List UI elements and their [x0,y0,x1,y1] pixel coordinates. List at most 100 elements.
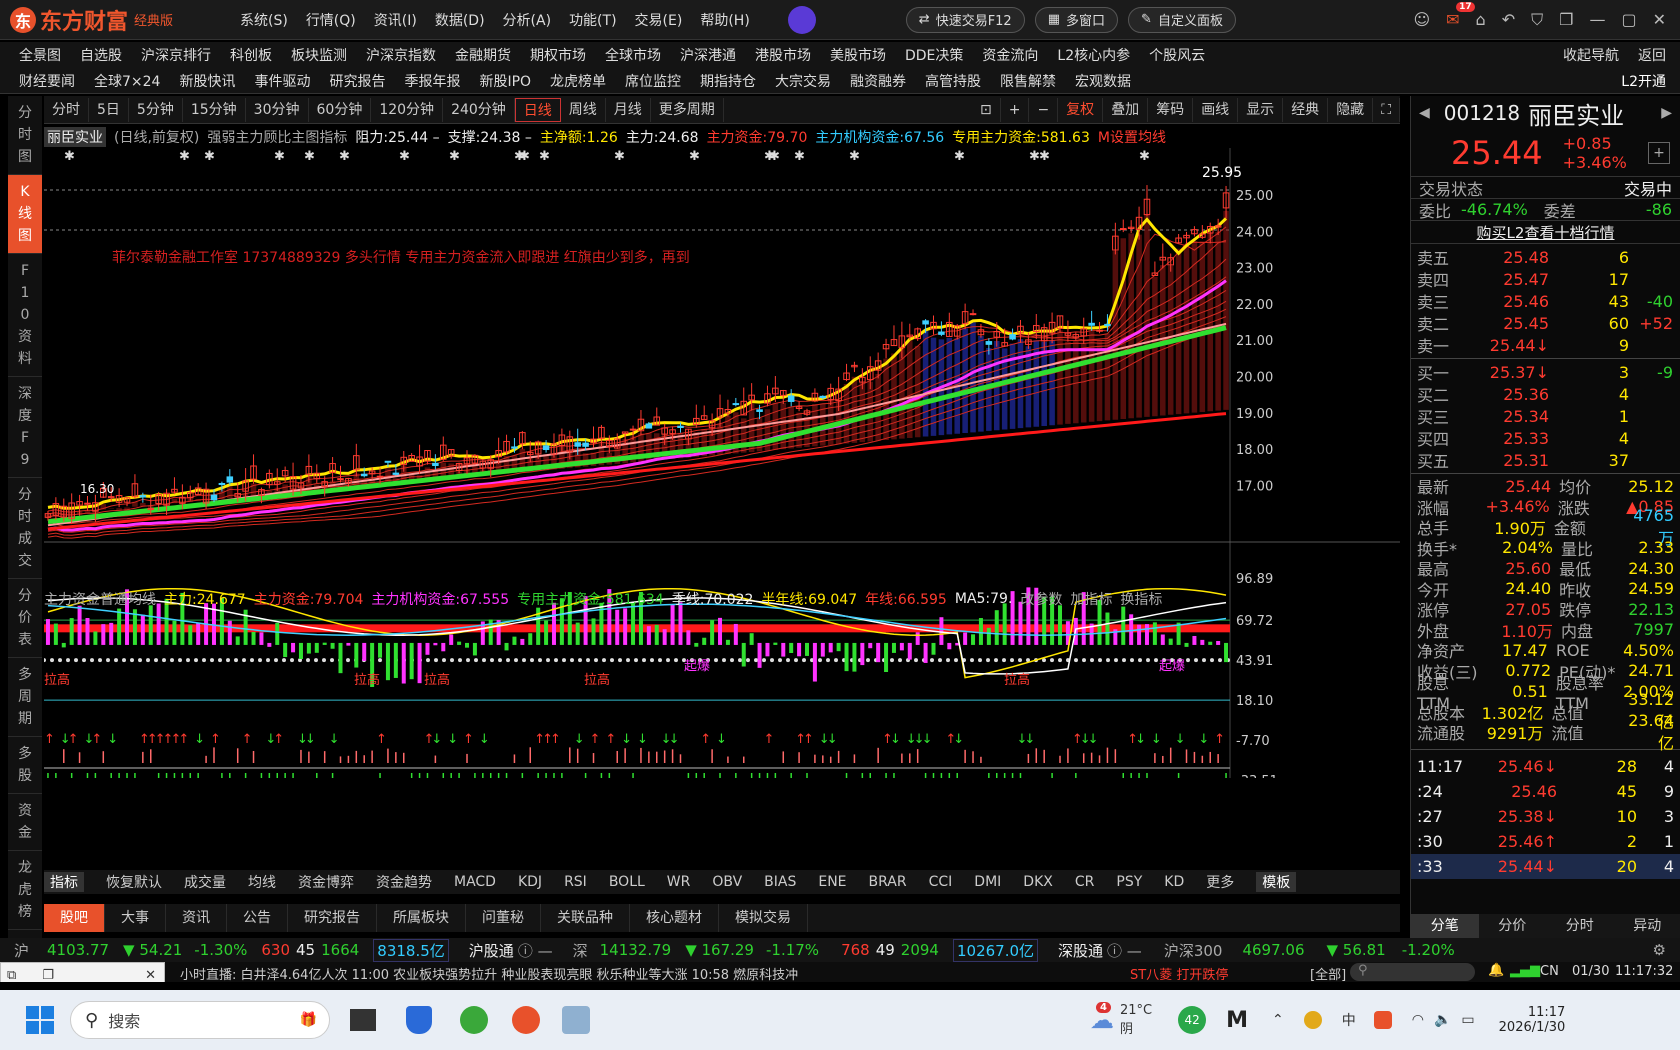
menu-item-3[interactable]: 数据(D) [435,10,485,30]
bids-price[interactable]: 25.36 [1469,385,1549,404]
period-8[interactable]: 日线 [514,97,561,122]
battery-icon[interactable]: ▭ [1461,1012,1474,1028]
leftnav-item-5[interactable]: 分价表 [8,579,42,658]
chart-tool-0[interactable]: 复权 [1058,97,1104,122]
indicator-9[interactable]: BOLL [609,874,645,890]
chart-tool-3[interactable]: 画线 [1193,97,1239,122]
chart-tool-1[interactable]: 叠加 [1103,97,1149,122]
assistant-icon[interactable] [787,5,816,34]
indicator-1[interactable]: 恢复默认 [106,872,162,892]
leftnav-item-0[interactable]: 分时图 [8,96,42,175]
maximize-icon[interactable]: ▢ [1621,10,1636,30]
indicator-13[interactable]: ENE [818,874,846,890]
news-search[interactable]: ⚲ [1350,963,1475,981]
change-params-button[interactable]: 改参数 [1020,589,1062,609]
m-app-icon[interactable]: M [1226,1008,1248,1033]
help-icon-2[interactable]: ⓘ — [1107,940,1142,961]
period-5[interactable]: 60分钟 [309,97,372,122]
indicator-6[interactable]: MACD [454,874,496,890]
settings-icon[interactable]: ⚙ [1653,941,1666,959]
indicator-8[interactable]: RSI [564,874,587,890]
leftnav-item-8[interactable]: 资金 [8,794,42,851]
weather-widget[interactable]: ☁ 4 21°C 阴 [1090,1002,1152,1037]
bell-icon[interactable]: 🔔 [1488,963,1504,978]
tab-0[interactable]: 股吧 [44,904,105,932]
news-text[interactable]: 小时直播: 白井泽4.64亿人次 11:00 农业板块强势拉升 种业股表现亮眼 … [180,964,798,982]
indicator-3[interactable]: 均线 [248,872,276,892]
indicator-7[interactable]: KDJ [518,874,542,890]
wifi-icon[interactable]: ◠ [1412,1012,1424,1028]
lang-cn[interactable]: CN [1540,964,1559,979]
asks-price[interactable]: 25.46 [1469,292,1549,311]
close-icon[interactable]: ✕ [1653,10,1666,30]
period-9[interactable]: 周线 [561,97,606,122]
next-stock-icon[interactable]: ▶ [1661,105,1672,121]
home-icon[interactable]: ⌂ [1476,10,1486,30]
indicator-2[interactable]: 成交量 [184,872,226,892]
nav2-item-2[interactable]: 新股快讯 [179,71,235,91]
chart-tool-4[interactable]: 显示 [1238,97,1284,122]
indicator-15[interactable]: CCI [929,874,953,890]
mail-icon[interactable]: ✉ 17 [1446,1,1475,30]
indicator-4[interactable]: 资金博弈 [298,872,354,892]
period-7[interactable]: 240分钟 [443,97,515,122]
nav1-item-5[interactable]: 沪深京指数 [366,45,436,65]
multi-window-button[interactable]: ▦ 多窗口 [1034,6,1119,33]
l2-open-link[interactable]: L2开通 [1621,71,1666,91]
quote-tab-0[interactable]: 分笔 [1411,914,1479,938]
nav1-item-9[interactable]: 沪深港通 [680,45,736,65]
lock-icon[interactable]: ⊡ [972,97,1001,122]
indicator-17[interactable]: DKX [1023,874,1053,890]
nav1-item-12[interactable]: DDE决策 [905,45,963,65]
custom-panel-button[interactable]: ✎ 自定义面板 [1128,6,1236,33]
zoom-out-icon[interactable]: − [1029,97,1059,122]
nav1-item-2[interactable]: 沪深京排行 [141,45,211,65]
indicator-20[interactable]: KD [1164,874,1184,890]
nav1-item-8[interactable]: 全球市场 [605,45,661,65]
period-0[interactable]: 分时 [44,97,89,122]
nav1-item-3[interactable]: 科创板 [230,45,272,65]
menu-item-5[interactable]: 功能(T) [569,10,616,30]
quote-tab-3[interactable]: 异动 [1614,914,1680,938]
bids-price[interactable]: 25.37↓ [1469,363,1549,382]
bids-price[interactable]: 25.33 [1469,429,1549,448]
leftnav-item-9[interactable]: 龙虎榜 [8,851,42,930]
windows-start-icon[interactable] [26,1006,54,1034]
nav2-item-1[interactable]: 全球7×24 [94,71,160,91]
nav2-item-6[interactable]: 新股IPO [479,71,531,91]
floating-window[interactable]: ⧉ ❐ ✕ [0,962,165,982]
tab-1[interactable]: 大事 [105,904,166,932]
chart-tool-6[interactable]: 隐藏 [1328,97,1374,122]
add-indicator-button[interactable]: 加指标 [1070,589,1112,609]
nav2-item-12[interactable]: 高管持股 [925,71,981,91]
period-6[interactable]: 120分钟 [371,97,444,122]
sh-index[interactable]: 4103.77 [47,941,109,959]
asks-price[interactable]: 25.47 [1469,270,1549,289]
leftnav-item-3[interactable]: 深度F9 [8,377,42,478]
period-1[interactable]: 5日 [89,97,129,122]
restore-icon[interactable]: ❐ [1559,10,1573,30]
browser-icon[interactable] [460,1006,488,1034]
indicator-12[interactable]: BIAS [764,874,796,890]
period-10[interactable]: 月线 [606,97,651,122]
nav1-item-15[interactable]: 个股风云 [1149,45,1205,65]
shield-icon[interactable] [406,1006,432,1034]
prev-stock-icon[interactable]: ◀ [1419,105,1430,121]
news-alert[interactable]: ST八菱 打开跌停 [1130,964,1228,982]
taskbar-search[interactable]: ⚲ 搜索 🎁 [70,1001,330,1039]
indicator-name[interactable]: 强弱主力顾比主图指标 [207,127,347,147]
hgt-label[interactable]: 沪股通 [469,940,514,961]
bids-price[interactable]: 25.31 [1469,451,1549,470]
paint-app-icon[interactable] [562,1006,590,1034]
period-4[interactable]: 30分钟 [246,97,309,122]
sz-index[interactable]: 14132.79 [600,941,672,959]
nav1-right-1[interactable]: 返回 [1638,45,1666,65]
indicator-16[interactable]: DMI [974,874,1001,890]
indicator-14[interactable]: BRAR [869,874,907,890]
indicator-5[interactable]: 资金趋势 [376,872,432,892]
tab-7[interactable]: 关联品种 [541,904,630,932]
indicator-0[interactable]: 指标 [44,872,84,892]
indicator-18[interactable]: CR [1075,874,1095,890]
tab-3[interactable]: 公告 [227,904,288,932]
minimize-icon[interactable]: — [1589,10,1605,30]
